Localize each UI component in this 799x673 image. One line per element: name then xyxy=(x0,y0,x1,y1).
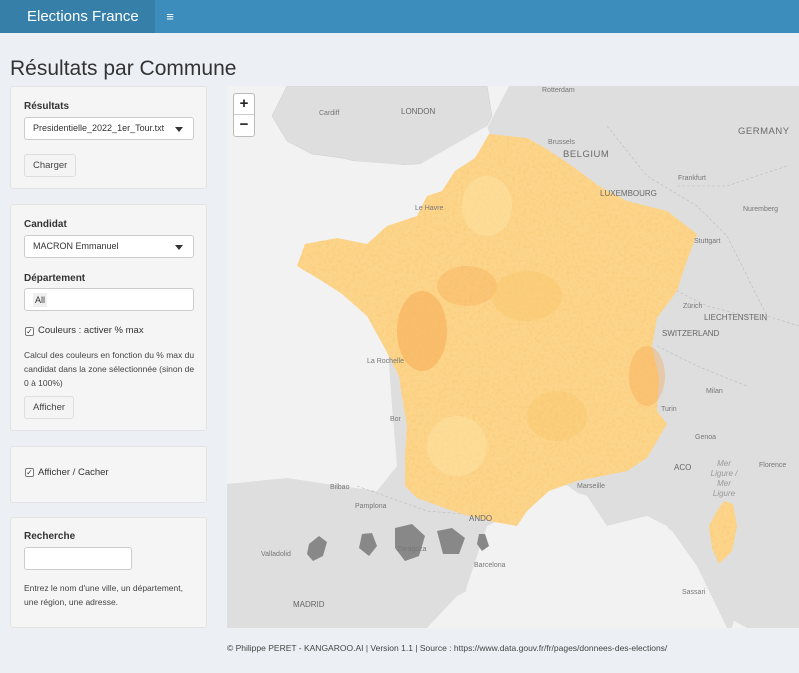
results-panel: Résultats Presidentielle_2022_1er_Tour.t… xyxy=(10,86,207,189)
load-button[interactable]: Charger xyxy=(24,154,77,177)
map-label-zaragoza: Zaragoza xyxy=(397,546,427,553)
map-label-milan: Milan xyxy=(706,388,723,395)
department-value: All xyxy=(33,293,48,307)
colors-max-checkbox-label: Couleurs : activer % max xyxy=(38,325,144,336)
map-label-rotterdam: Rotterdam xyxy=(542,87,575,94)
toggle-panel: ✓ Afficher / Cacher xyxy=(10,446,207,503)
search-input[interactable] xyxy=(24,547,132,570)
colors-help-text: Calcul des couleurs en fonction du % max… xyxy=(24,350,195,388)
zoom-control: + − xyxy=(233,93,255,137)
map-label-luxembourg: LUXEMBOURG xyxy=(600,189,657,198)
map-label-monaco: ACO xyxy=(674,463,692,472)
map-label-sassari: Sassari xyxy=(682,589,706,596)
candidate-label: Candidat xyxy=(24,219,67,230)
map-canvas[interactable] xyxy=(227,86,799,628)
map-label-mer-ligure: Mer Ligure / Mer Ligure xyxy=(705,459,743,499)
hamburger-icon[interactable]: ≡ xyxy=(157,0,183,33)
results-map[interactable]: + − Rotterdam LONDON Cardiff Brussels BE… xyxy=(227,86,799,628)
map-label-barcelona: Barcelona xyxy=(474,562,506,569)
map-label-switzerland: SWITZERLAND xyxy=(662,329,720,338)
map-label-turin: Turin xyxy=(661,406,677,413)
map-label-frankfurt: Frankfurt xyxy=(678,175,707,182)
map-label-florence: Florence xyxy=(759,462,787,469)
map-label-london: LONDON xyxy=(401,107,436,116)
map-label-madrid: MADRID xyxy=(293,600,325,609)
map-label-pamplona: Pamplona xyxy=(355,503,387,510)
map-label-bilbao: Bilbao xyxy=(330,484,350,491)
show-hide-label: Afficher / Cacher xyxy=(38,467,109,478)
search-panel: Recherche Entrez le nom d'une ville, un … xyxy=(10,517,207,628)
footer-credits: © Philippe PERET - KANGAROO.AI | Version… xyxy=(227,643,668,653)
candidate-panel: Candidat MACRON Emmanuel Département All… xyxy=(10,204,207,431)
results-file-select-value: Presidentielle_2022_1er_Tour.txt xyxy=(33,123,165,133)
zoom-out-button[interactable]: − xyxy=(234,115,254,136)
candidate-select[interactable]: MACRON Emmanuel xyxy=(24,235,194,258)
page-title: Résultats par Commune xyxy=(10,57,237,80)
map-label-liechtenstein: LIECHTENSTEIN xyxy=(704,313,768,322)
map-label-genoa: Genoa xyxy=(695,434,717,441)
zoom-in-button[interactable]: + xyxy=(234,94,254,115)
show-hide-checkbox[interactable]: ✓ xyxy=(25,468,34,477)
map-label-andorra: ANDO xyxy=(469,514,493,523)
app-brand[interactable]: Elections France xyxy=(0,0,155,33)
map-label-nuremberg: Nuremberg xyxy=(743,206,779,213)
search-help-text: Entrez le nom d'une ville, un départemen… xyxy=(24,583,183,607)
department-input[interactable]: All xyxy=(24,288,194,311)
show-button[interactable]: Afficher xyxy=(24,396,75,419)
map-label-belgium: BELGIUM xyxy=(563,149,610,160)
candidate-select-value: MACRON Emmanuel xyxy=(33,241,119,251)
chevron-down-icon xyxy=(175,127,183,132)
top-navbar: Elections France ≡ xyxy=(0,0,799,33)
colors-max-checkbox[interactable]: ✓ xyxy=(25,327,34,336)
results-label: Résultats xyxy=(24,101,70,112)
map-label-stuttgart: Stuttgart xyxy=(694,238,721,245)
map-label-le-havre: Le Havre xyxy=(415,205,444,212)
sea-label-text: Mer Ligure / Mer Ligure xyxy=(710,459,738,498)
search-label: Recherche xyxy=(24,531,76,542)
map-label-valladolid: Valladolid xyxy=(261,551,291,558)
map-label-bordeaux: Bor xyxy=(390,416,401,423)
chevron-down-icon xyxy=(175,245,183,250)
map-label-la-rochelle: La Rochelle xyxy=(367,358,404,365)
map-label-brussels: Brussels xyxy=(548,139,575,146)
map-label-cardiff: Cardiff xyxy=(319,110,340,117)
results-file-select[interactable]: Presidentielle_2022_1er_Tour.txt xyxy=(24,117,194,140)
department-label: Département xyxy=(24,273,86,284)
map-label-marseille: Marseille xyxy=(577,483,606,490)
map-label-germany: GERMANY xyxy=(738,126,790,137)
map-label-zurich: Zürich xyxy=(683,303,703,310)
